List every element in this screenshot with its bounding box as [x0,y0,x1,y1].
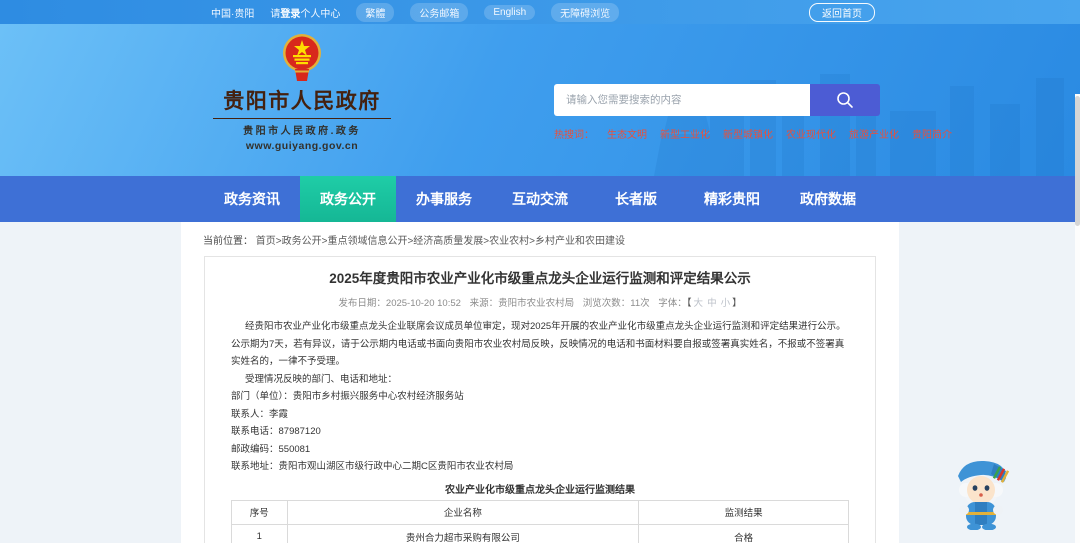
login-action[interactable]: 登录 [280,9,300,20]
mascot-icon [958,460,1010,531]
table-caption: 农业产业化市级重点龙头企业运行监测结果 [445,484,635,496]
breadcrumb[interactable]: 当前位置： 首页>政务公开>重点领域信息公开>经济高质量发展>农业农村>乡村产业… [181,222,899,254]
site-title: 贵阳市人民政府 [223,90,381,113]
cell-result: 合格 [638,523,849,543]
hot-search-label: 热搜词： [554,130,594,141]
hot-word-link[interactable]: 农业现代化 [786,126,836,141]
official-mail-link[interactable]: 公务邮箱 [410,2,469,22]
paragraph-department: 部门（单位）：贵阳市乡村振兴服务中心农村经济服务站 [231,391,464,402]
hot-word-link[interactable]: 新型城镇化 [723,126,773,141]
back-to-home-button[interactable]: 返回首页 [809,2,875,22]
publish-date-value: 2025-10-20 10:52 [385,298,461,309]
paragraph-postcode: 邮政编码：550081 [231,443,311,455]
tab-zhengwu-gongkai[interactable]: 政务公开 [300,176,396,222]
tab-hudong-jiaoliu[interactable]: 互动交流 [492,176,588,222]
top-utility-bar: 中国·贵阳 请登录个人中心 繁體 公务邮箱 English 无障碍浏览 返回首页 [0,0,1080,24]
site-banner: 贵阳市人民政府 贵阳市人民政府.政务 www.guiyang.gov.cn 热搜… [0,24,1080,176]
hot-word-link[interactable]: 新型工业化 [660,126,710,141]
search-area: 热搜词： 生态文明 新型工业化 新型城镇化 农业现代化 旅游产业化 贵阳简介 [554,84,952,152]
hot-word-link[interactable]: 旅游产业化 [849,126,899,141]
main-navigation: 政务资讯 政务公开 办事服务 互动交流 长者版 精彩贵阳 政府数据 [0,176,1080,222]
page-scrollbar[interactable] [1075,94,1080,543]
col-header-result: 监测结果 [638,499,849,525]
col-header-index: 序号 [231,499,288,525]
magnifier-icon [837,92,853,108]
article-meta: 发布日期：2025-10-20 10:52 来源：贵阳市农业农村局 浏览次数：1… [338,298,742,309]
accessibility-link[interactable]: 无障碍浏览 [551,2,620,22]
font-size-small[interactable]: 小 [721,298,731,309]
views-label: 浏览次数： [582,298,631,309]
search-input[interactable] [554,84,810,116]
site-logo[interactable]: 贵阳市人民政府 贵阳市人民政府.政务 www.guiyang.gov.cn [211,33,393,152]
views-value: 11次 [630,298,650,309]
article-body: 经贵阳市农业产业化市级重点龙头企业联席会议成员单位审定，现对2025年开展的农业… [231,318,849,476]
cell-index: 1 [231,523,288,543]
tab-jingcai-guiyang[interactable]: 精彩贵阳 [684,176,780,222]
source-value: 贵阳市农业农村局 [498,298,575,309]
scrollbar-thumb[interactable] [1075,96,1080,226]
search-button[interactable] [810,84,880,116]
main-area: 当前位置： 首页>政务公开>重点领域信息公开>经济高质量发展>农业农村>乡村产业… [0,222,1080,543]
english-link[interactable]: English [484,4,536,20]
site-url: www.guiyang.gov.cn [245,140,359,152]
table-row: 1 贵州合力超市采购有限公司 合格 [231,523,849,543]
breadcrumb-path[interactable]: 首页>政务公开>重点领域信息公开>经济高质量发展>农业农村>乡村产业和农田建设 [256,236,625,247]
font-size-medium[interactable]: 中 [707,298,717,309]
hot-word-link[interactable]: 贵阳简介 [912,126,952,141]
col-header-company: 企业名称 [286,499,640,525]
site-subtitle: 贵阳市人民政府.政务 [243,126,361,137]
traditional-chinese-link[interactable]: 繁體 [356,2,395,22]
paragraph: 受理情况反映的部门、电话和地址： [245,373,398,385]
paragraph-phone: 联系电话：87987120 [231,426,321,437]
article-container: 2025年度贵阳市农业产业化市级重点龙头企业运行监测和评定结果公示 发布日期：2… [204,256,876,543]
cell-company: 贵州合力超市采购有限公司 [286,523,640,543]
source-label: 来源： [469,298,499,309]
assistant-mascot[interactable] [944,448,1018,531]
region-link[interactable]: 中国·贵阳 [211,5,254,20]
page-title: 2025年度贵阳市农业产业化市级重点龙头企业运行监测和评定结果公示 [329,271,751,286]
tab-zhengwu-zixun[interactable]: 政务资讯 [204,176,300,222]
national-emblem-icon [283,34,321,81]
table-header-row: 序号 企业名称 监测结果 [231,499,849,525]
paragraph-contact-person: 联系人：李霞 [231,408,289,420]
tab-zhengfu-shuju[interactable]: 政府数据 [780,176,876,222]
login-link[interactable]: 请登录个人中心 [270,5,340,20]
tab-zhangzheban[interactable]: 长者版 [588,176,684,222]
font-size-label: 字体： [658,298,687,309]
logo-divider [213,118,391,119]
hot-search-row: 热搜词： 生态文明 新型工业化 新型城镇化 农业现代化 旅游产业化 贵阳简介 [554,126,952,141]
font-size-large[interactable]: 大 [694,298,704,309]
hot-word-link[interactable]: 生态文明 [607,126,647,141]
publish-date-label: 发布日期： [338,298,386,309]
paragraph: 经贵阳市农业产业化市级重点龙头企业联席会议成员单位审定，现对2025年开展的农业… [231,321,846,367]
breadcrumb-label: 当前位置： [203,236,253,247]
tab-banshi-fuwu[interactable]: 办事服务 [396,176,492,222]
monitoring-result-table: 序号 企业名称 监测结果 1 贵州合力超市采购有限公司 合格 2 贵州友禾种业有… [231,499,849,543]
paragraph-address: 联系地址：贵阳市观山湖区市级行政中心二期C区贵阳市农业农村局 [231,461,514,472]
